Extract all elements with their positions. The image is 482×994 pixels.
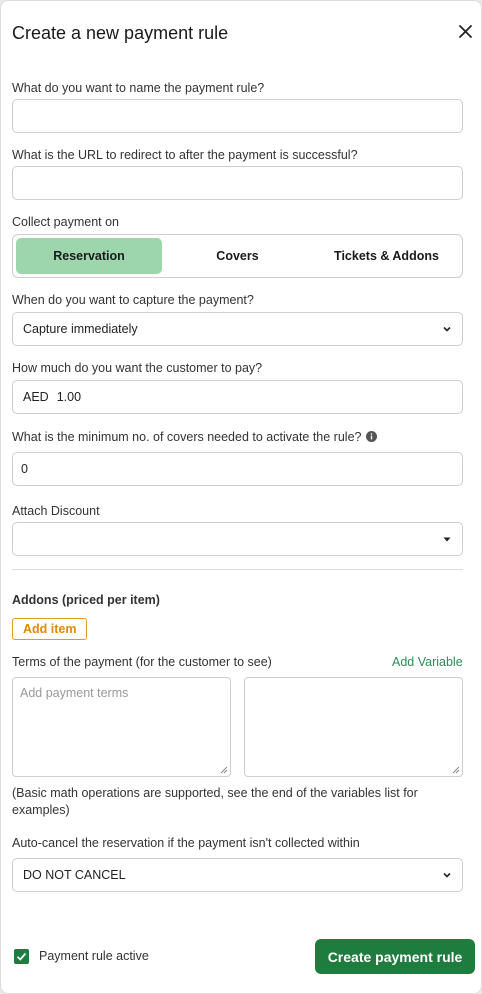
close-icon[interactable] <box>455 21 477 43</box>
caret-down-icon <box>443 537 451 542</box>
amount-label: How much do you want the customer to pay… <box>12 361 263 375</box>
currency-label: AED <box>23 390 49 404</box>
min-covers-label-text: What is the minimum no. of covers needed… <box>12 430 362 444</box>
resize-handle-icon[interactable] <box>220 766 228 774</box>
auto-cancel-select[interactable]: DO NOT CANCEL <box>12 858 463 892</box>
create-payment-rule-button[interactable]: Create payment rule <box>315 939 475 974</box>
terms-textarea[interactable]: Add payment terms <box>12 677 231 777</box>
resize-handle-icon[interactable] <box>452 766 460 774</box>
addons-title: Addons (priced per item) <box>12 593 160 607</box>
amount-value: 1.00 <box>56 390 82 404</box>
add-variable-link[interactable]: Add Variable <box>392 655 463 669</box>
amount-input[interactable]: AED 1.00 <box>12 380 463 414</box>
terms-label: Terms of the payment (for the customer t… <box>12 655 272 669</box>
auto-cancel-value: DO NOT CANCEL <box>23 868 126 882</box>
terms-placeholder: Add payment terms <box>20 686 129 700</box>
collect-payment-toggle: Reservation Covers Tickets & Addons <box>12 234 463 278</box>
redirect-url-input[interactable] <box>12 166 463 200</box>
min-covers-input[interactable]: 0 <box>12 452 463 486</box>
add-item-button[interactable]: Add item <box>12 618 88 640</box>
section-divider <box>12 569 463 570</box>
min-covers-label: What is the minimum no. of covers needed… <box>12 430 377 444</box>
capture-label: When do you want to capture the payment? <box>12 293 254 307</box>
chevron-down-icon <box>443 872 451 878</box>
collect-option-covers[interactable]: Covers <box>164 238 311 274</box>
terms-preview-textarea[interactable] <box>244 677 463 777</box>
collect-payment-label: Collect payment on <box>12 215 120 229</box>
capture-select-value: Capture immediately <box>23 322 138 336</box>
payment-rule-active-label: Payment rule active <box>39 949 149 963</box>
chevron-down-icon <box>443 326 451 332</box>
payment-rule-active-checkbox[interactable] <box>14 949 29 964</box>
redirect-url-label: What is the URL to redirect to after the… <box>12 148 358 162</box>
name-input[interactable] <box>12 99 463 133</box>
info-icon[interactable] <box>365 431 377 442</box>
payment-rule-modal: Create a new payment rule What do you wa… <box>0 0 482 994</box>
collect-option-tickets-addons[interactable]: Tickets & Addons <box>313 238 460 274</box>
terms-note: (Basic math operations are supported, se… <box>12 786 418 817</box>
auto-cancel-label: Auto-cancel the reservation if the payme… <box>12 836 360 850</box>
discount-select[interactable] <box>12 522 463 556</box>
collect-option-reservation[interactable]: Reservation <box>16 238 162 274</box>
check-icon <box>16 952 27 961</box>
modal-title: Create a new payment rule <box>12 23 229 43</box>
discount-label: Attach Discount <box>12 504 100 518</box>
capture-select[interactable]: Capture immediately <box>12 312 463 346</box>
name-label: What do you want to name the payment rul… <box>12 81 265 95</box>
